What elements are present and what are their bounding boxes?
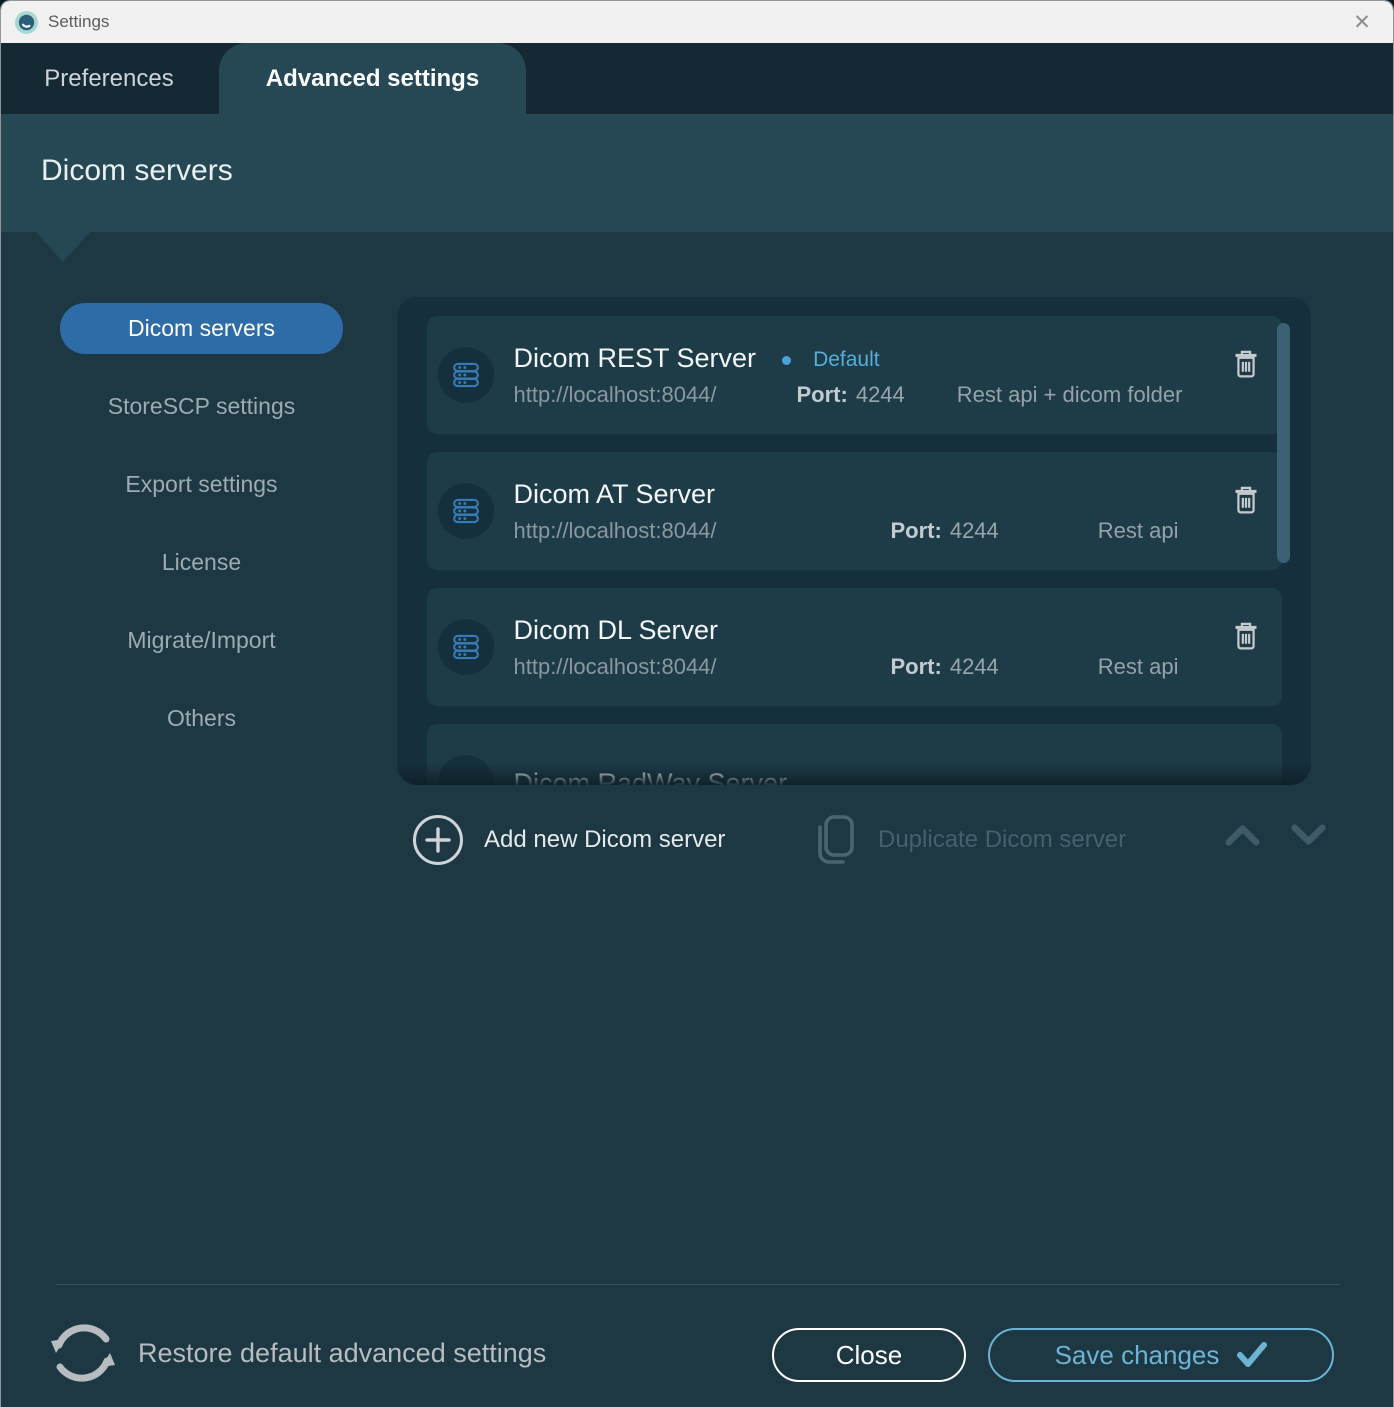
server-icon [438, 483, 494, 539]
server-name: Dicom REST Server [514, 343, 757, 374]
check-icon [1237, 1342, 1267, 1368]
server-icon [438, 347, 494, 403]
scrollbar-thumb[interactable] [1277, 323, 1290, 563]
tab-bar: Preferences Advanced settings [1, 43, 1393, 114]
add-server-label: Add new Dicom server [484, 826, 725, 854]
server-icon [438, 619, 494, 675]
sidebar-item-others[interactable]: Others [60, 693, 343, 744]
title-bar: Settings ✕ [1, 1, 1393, 43]
window-title: Settings [48, 12, 109, 32]
server-url: http://localhost:8044/ [514, 518, 891, 544]
server-name: Dicom RadWay Server [514, 768, 788, 786]
close-button[interactable]: Close [772, 1328, 966, 1382]
save-changes-label: Save changes [1055, 1340, 1220, 1371]
page-title: Dicom servers [1, 114, 1393, 188]
app-logo-icon [14, 10, 39, 35]
server-url: http://localhost:8044/ [514, 654, 891, 680]
duplicate-server-button[interactable]: Duplicate Dicom server [809, 809, 1126, 871]
refresh-icon [43, 1313, 123, 1393]
server-info: Dicom AT Server http://localhost:8044/ P… [514, 479, 1264, 544]
sidebar-item-storescp-settings[interactable]: StoreSCP settings [60, 381, 343, 432]
add-server-button[interactable]: Add new Dicom server [411, 813, 725, 867]
settings-window: Settings ✕ Preferences Advanced settings… [0, 0, 1394, 1407]
tab-advanced-settings[interactable]: Advanced settings [219, 43, 526, 114]
server-row-radway[interactable]: Dicom RadWay Server [427, 724, 1282, 785]
sidebar-item-dicom-servers[interactable]: Dicom servers [60, 303, 343, 354]
server-info: Dicom RadWay Server [514, 768, 1264, 786]
sidebar-item-migrate-import[interactable]: Migrate/Import [60, 615, 343, 666]
server-info: Dicom DL Server http://localhost:8044/ P… [514, 615, 1264, 680]
server-row-rest[interactable]: Dicom REST Server Default http://localho… [427, 316, 1282, 434]
header-notch [36, 232, 90, 262]
restore-defaults-label: Restore default advanced settings [138, 1338, 546, 1369]
server-icon [438, 755, 494, 785]
server-name: Dicom DL Server [514, 615, 719, 646]
server-actions: Add new Dicom server Duplicate Dicom ser… [397, 807, 1311, 873]
port-value: 4244 [950, 654, 999, 680]
server-type: Rest api + dicom folder [957, 382, 1183, 408]
port-value: 4244 [856, 382, 905, 408]
server-name: Dicom AT Server [514, 479, 716, 510]
duplicate-server-label: Duplicate Dicom server [878, 826, 1126, 854]
port-label: Port: [797, 382, 848, 408]
move-down-button[interactable] [1290, 822, 1327, 848]
server-info: Dicom REST Server Default http://localho… [514, 343, 1264, 408]
footer-divider [56, 1284, 1340, 1285]
tab-preferences[interactable]: Preferences [19, 43, 199, 114]
copy-icon [809, 809, 861, 871]
move-up-button[interactable] [1224, 822, 1261, 848]
port-label: Port: [891, 518, 942, 544]
sidebar-item-license[interactable]: License [60, 537, 343, 588]
default-badge: Default [813, 345, 880, 372]
sidebar-item-export-settings[interactable]: Export settings [60, 459, 343, 510]
server-type: Rest api [1098, 654, 1179, 680]
plus-circle-icon [411, 813, 465, 867]
restore-defaults-button[interactable]: Restore default advanced settings [43, 1313, 546, 1393]
delete-server-icon[interactable] [1232, 619, 1260, 651]
port-value: 4244 [950, 518, 999, 544]
server-type: Rest api [1098, 518, 1179, 544]
port-label: Port: [891, 654, 942, 680]
server-row-at[interactable]: Dicom AT Server http://localhost:8044/ P… [427, 452, 1282, 570]
save-changes-button[interactable]: Save changes [988, 1328, 1334, 1382]
delete-server-icon[interactable] [1232, 483, 1260, 515]
delete-server-icon[interactable] [1232, 347, 1260, 379]
window-close-button[interactable]: ✕ [1341, 1, 1383, 43]
server-row-dl[interactable]: Dicom DL Server http://localhost:8044/ P… [427, 588, 1282, 706]
server-list-panel: Dicom REST Server Default http://localho… [397, 297, 1311, 785]
server-url: http://localhost:8044/ [514, 382, 797, 408]
section-header-band: Dicom servers [1, 114, 1393, 232]
default-dot-icon [782, 356, 791, 365]
close-button-label: Close [836, 1340, 902, 1371]
